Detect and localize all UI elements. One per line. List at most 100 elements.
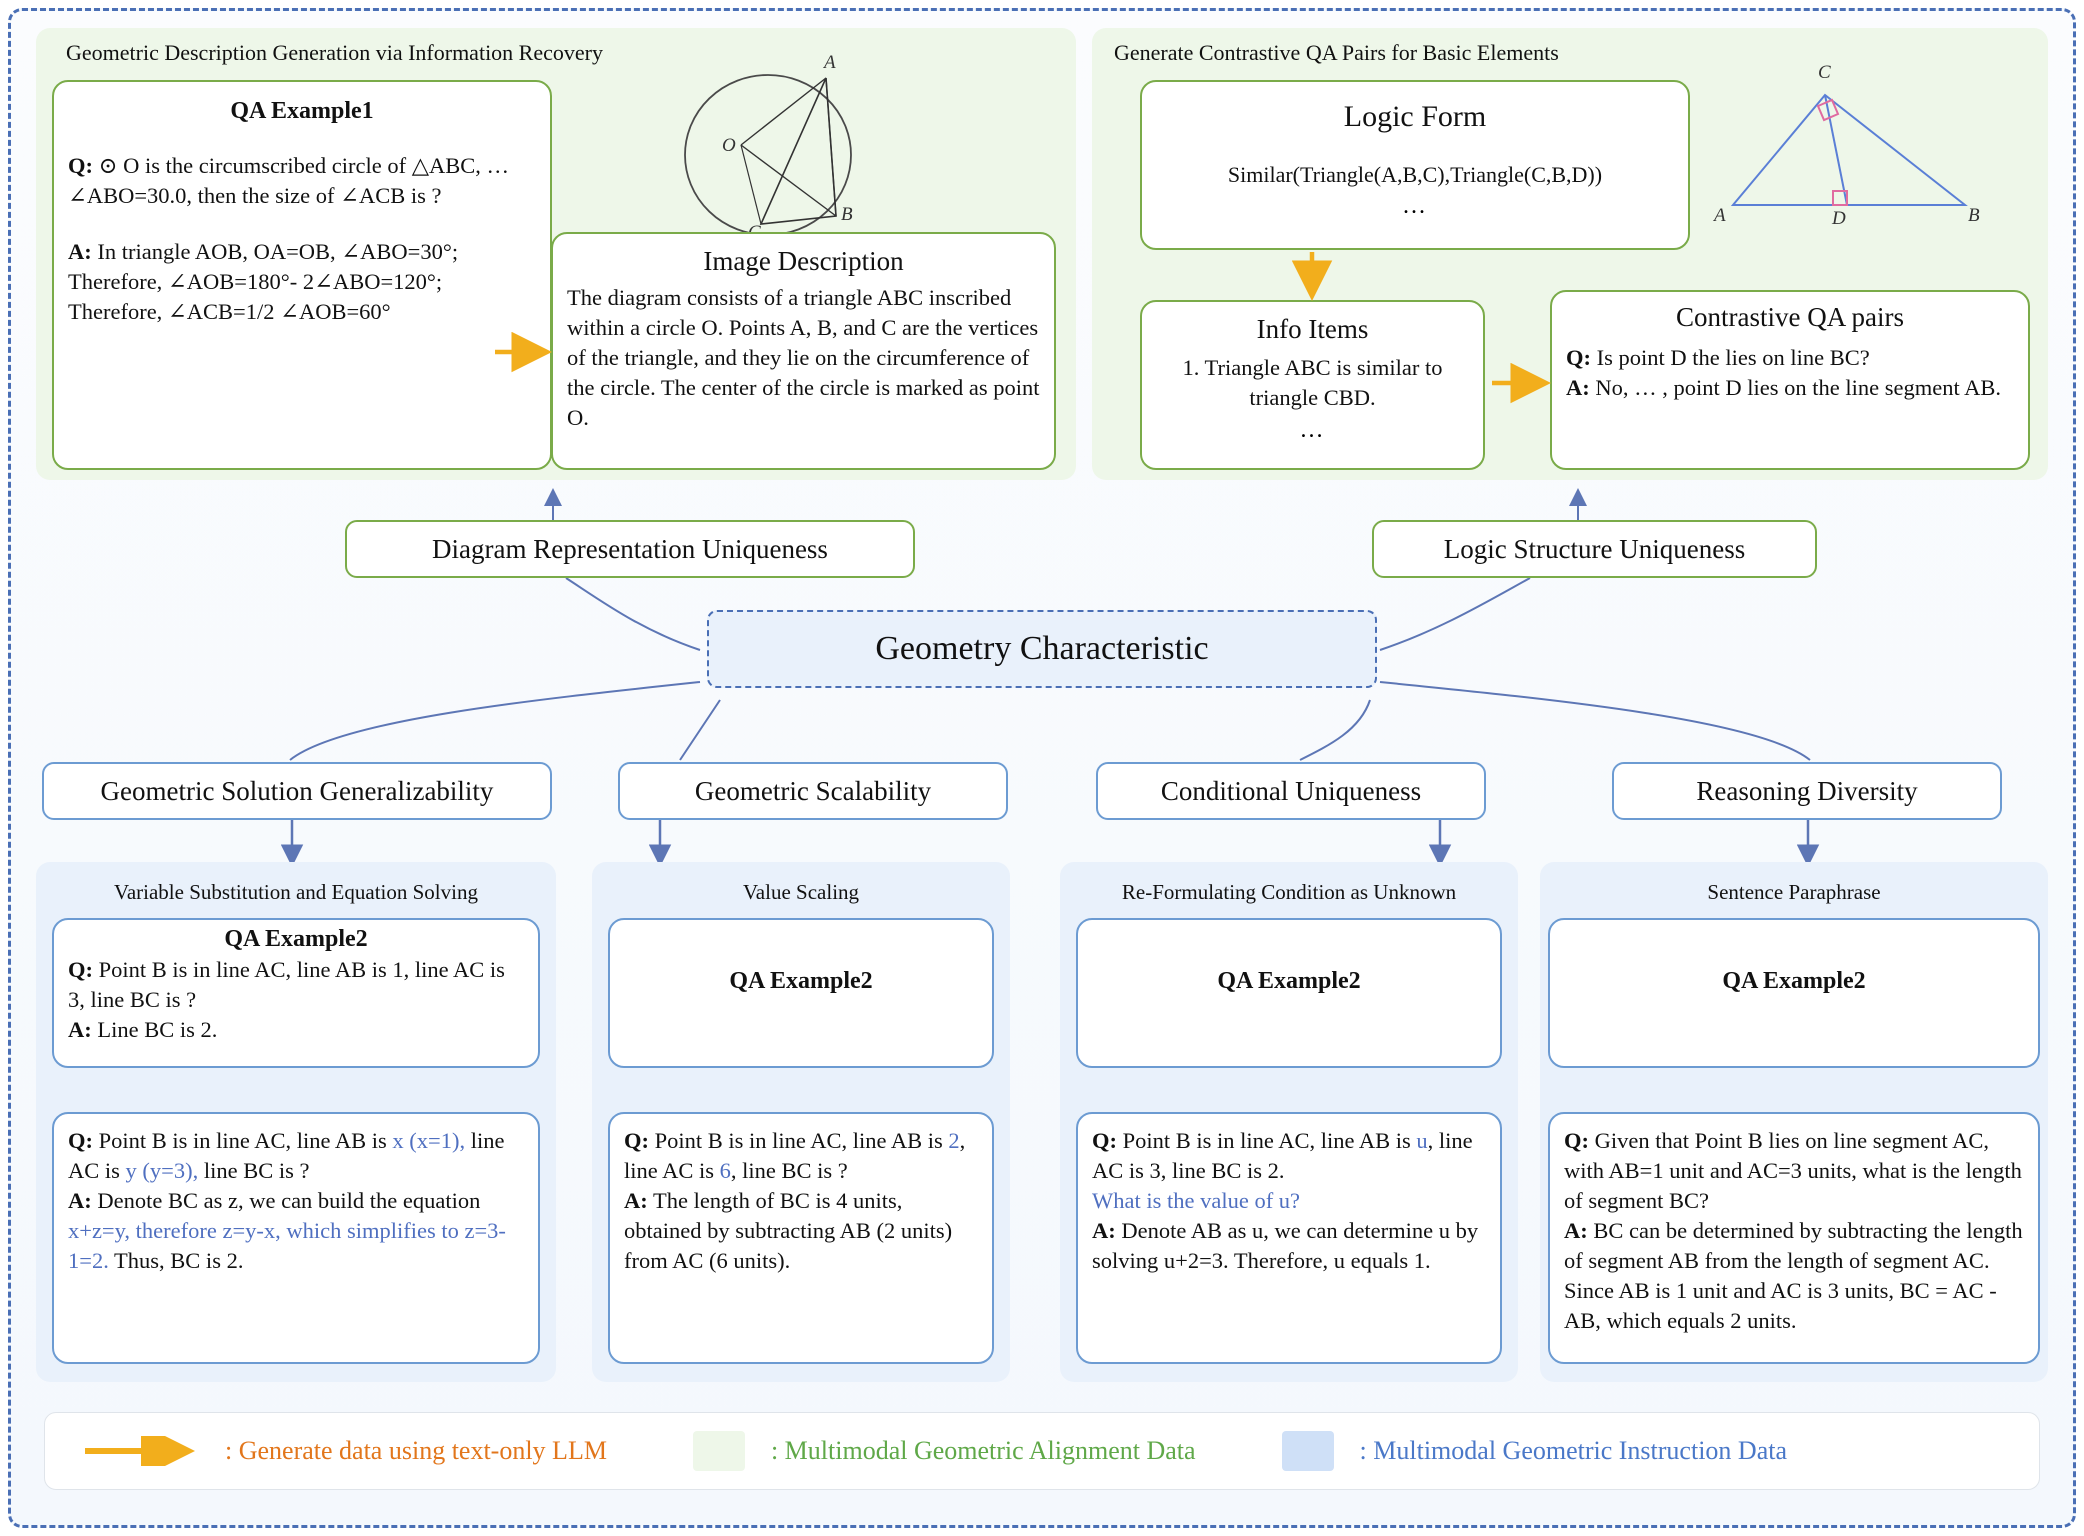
col2-top-heading: QA Example2 [729, 968, 873, 994]
subtitle-col1: Variable Substitution and Equation Solvi… [114, 880, 478, 904]
node-reasoning-diversity[interactable]: Reasoning Diversity [1612, 762, 2002, 820]
text-segment: Q: [68, 1128, 93, 1153]
image-description-text: The diagram consists of a triangle ABC i… [567, 285, 1040, 430]
info-items-ellipsis: … [1299, 416, 1326, 443]
node-conditional-uniqueness[interactable]: Conditional Uniqueness [1096, 762, 1486, 820]
legend-green-label: : Multimodal Geometric Alignment Data [770, 1436, 1196, 1465]
text-segment: Point B is in line AC, line AB is [649, 1128, 949, 1153]
contrastive-answer: A: No, … , point D lies on the line segm… [1552, 373, 2028, 403]
text-segment: BC can be determined by subtracting the … [1564, 1217, 2023, 1333]
logic-form-heading: Logic Form [1343, 100, 1487, 133]
figure-label-c-right: C [1818, 62, 1831, 83]
panel-title-left: Geometric Description Generation via Inf… [66, 40, 603, 65]
figure-label-b-right: B [1968, 205, 1980, 226]
col3-bottom-box: Q: Point B is in line AC, line AB is u, … [1076, 1112, 1502, 1364]
legend-arrow-label: : Generate data using text-only LLM [225, 1436, 607, 1465]
a-label: A: [68, 1016, 92, 1042]
col4-bottom-box: Q: Given that Point B lies on line segme… [1548, 1112, 2040, 1364]
col1-top-a: A: Line BC is 2. [54, 1015, 538, 1045]
qa-example1-heading: QA Example1 [230, 98, 374, 124]
a-text: In triangle AOB, OA=OB, ∠ABO=30°; Theref… [68, 238, 459, 324]
q-text: Is point D the lies on line BC? [1591, 345, 1870, 370]
logic-form-box: Logic Form Similar(Triangle(A,B,C),Trian… [1140, 80, 1690, 250]
figure-label-o-left: O [722, 135, 736, 156]
col1-top-heading: QA Example2 [224, 926, 368, 952]
legend-blue-swatch [1281, 1431, 1334, 1471]
logic-form-text: Similar(Triangle(A,B,C),Triangle(C,B,D)) [1227, 162, 1603, 187]
a-label: A: [1566, 374, 1590, 400]
node-geometric-solution-generalizability[interactable]: Geometric Solution Generalizability [42, 762, 552, 820]
col2-bottom-text: Q: Point B is in line AC, line AB is 2 , … [610, 1126, 992, 1276]
text-segment: Thus, BC is 2. [108, 1247, 244, 1273]
col3-top-heading: QA Example2 [1217, 968, 1361, 994]
col3-top-box: QA Example2 [1076, 918, 1502, 1068]
q-text: ⊙ O is the circumscribed circle of △ABC,… [68, 153, 510, 208]
q-label: Q: [68, 153, 93, 178]
text-segment: Q: [1564, 1128, 1589, 1153]
col1-top-box: QA Example2 Q: Point B is in line AC, li… [52, 918, 540, 1068]
text-segment: u [1416, 1128, 1428, 1153]
text-segment: Denote BC as z, we can build the equatio… [91, 1187, 481, 1213]
contrastive-qa-box: Contrastive QA pairs Q: Is point D the l… [1550, 290, 2030, 470]
text-segment: Q: [1092, 1128, 1117, 1153]
figure-label-a-left: A [824, 52, 836, 73]
text-segment: y (y=3), [125, 1157, 199, 1183]
subtitle-col4: Sentence Paraphrase [1707, 880, 1881, 904]
text-segment: The length of BC is 4 units, obtained by… [624, 1187, 953, 1273]
legend-bar: : Generate data using text-only LLM : Mu… [44, 1412, 2040, 1490]
col2-top-box: QA Example2 [608, 918, 994, 1068]
legend-green-swatch [692, 1431, 745, 1471]
text-segment: Point B is in line AC, line AB is [1117, 1128, 1417, 1153]
info-items-text: 1. Triangle ABC is similar to triangle C… [1182, 355, 1443, 410]
figure-label-b-left: B [841, 204, 853, 225]
node-geometric-scalability[interactable]: Geometric Scalability [618, 762, 1008, 820]
text-segment: A: [1092, 1217, 1116, 1243]
q-text: Point B is in line AC, line AB is 1, lin… [68, 957, 505, 1012]
subtitle-col3: Re-Formulating Condition as Unknown [1121, 880, 1457, 904]
qa-example1-box: QA Example1 Q: ⊙ O is the circumscribed … [52, 80, 552, 470]
legend-blue-label: : Multimodal Geometric Instruction Data [1359, 1436, 1787, 1465]
info-items-box: Info Items 1. Triangle ABC is similar to… [1140, 300, 1485, 470]
qa-example1-question: Q: ⊙ O is the circumscribed circle of △A… [54, 151, 550, 211]
col1-bottom-box: Q: Point B is in line AC, line AB is x (… [52, 1112, 540, 1364]
logic-form-ellipsis: ... [1403, 193, 1427, 220]
figure-label-a-right: A [1714, 205, 1726, 226]
a-label: A: [68, 238, 92, 264]
col1-top-q: Q: Point B is in line AC, line AB is 1, … [54, 955, 538, 1015]
col4-top-box: QA Example2 [1548, 918, 2040, 1068]
node-diagram-representation-uniqueness[interactable]: Diagram Representation Uniqueness [345, 520, 915, 578]
text-segment: A: [68, 1187, 92, 1213]
col1-bottom-text: Q: Point B is in line AC, line AB is x (… [54, 1126, 538, 1276]
text-segment: What is the value of u? [1092, 1187, 1301, 1213]
a-text: Line BC is 2. [91, 1016, 218, 1042]
q-label: Q: [68, 957, 93, 982]
info-items-heading: Info Items [1256, 314, 1369, 344]
a-text: No, … , point D lies on the line segment… [1589, 374, 2001, 400]
text-segment: line BC is ? [198, 1157, 310, 1183]
text-segment: x (x=1), [392, 1128, 466, 1153]
text-segment: Q: [624, 1128, 649, 1153]
node-logic-structure-uniqueness[interactable]: Logic Structure Uniqueness [1372, 520, 1817, 578]
contrastive-heading: Contrastive QA pairs [1676, 302, 1904, 332]
col4-top-heading: QA Example2 [1722, 968, 1866, 994]
image-description-box: Image Description The diagram consists o… [551, 232, 1056, 470]
subtitle-col2: Value Scaling [742, 880, 860, 904]
q-label: Q: [1566, 345, 1591, 370]
col2-bottom-box: Q: Point B is in line AC, line AB is 2 , … [608, 1112, 994, 1364]
node-geometry-characteristic[interactable]: Geometry Characteristic [707, 610, 1377, 688]
panel-title-right: Generate Contrastive QA Pairs for Basic … [1114, 40, 1559, 65]
image-description-heading: Image Description [703, 246, 904, 276]
text-segment: A: [1564, 1217, 1588, 1243]
text-segment: A: [624, 1187, 648, 1213]
text-segment: , line BC is ? [730, 1157, 848, 1183]
col3-bottom-text: Q: Point B is in line AC, line AB is u, … [1078, 1126, 1500, 1276]
legend-arrow-icon [85, 1436, 195, 1466]
text-segment: Given that Point B lies on line segment … [1564, 1128, 2022, 1213]
contrastive-question: Q: Is point D the lies on line BC? [1552, 343, 2028, 373]
text-segment: Point B is in line AC, line AB is [93, 1128, 393, 1153]
col4-bottom-text: Q: Given that Point B lies on line segme… [1550, 1126, 2038, 1335]
text-segment: Denote AB as u, we can determine u by so… [1092, 1217, 1479, 1273]
text-segment: 6 [719, 1157, 731, 1183]
figure-label-d-right: D [1832, 208, 1846, 229]
qa-example1-answer: A: In triangle AOB, OA=OB, ∠ABO=30°; The… [54, 237, 550, 327]
